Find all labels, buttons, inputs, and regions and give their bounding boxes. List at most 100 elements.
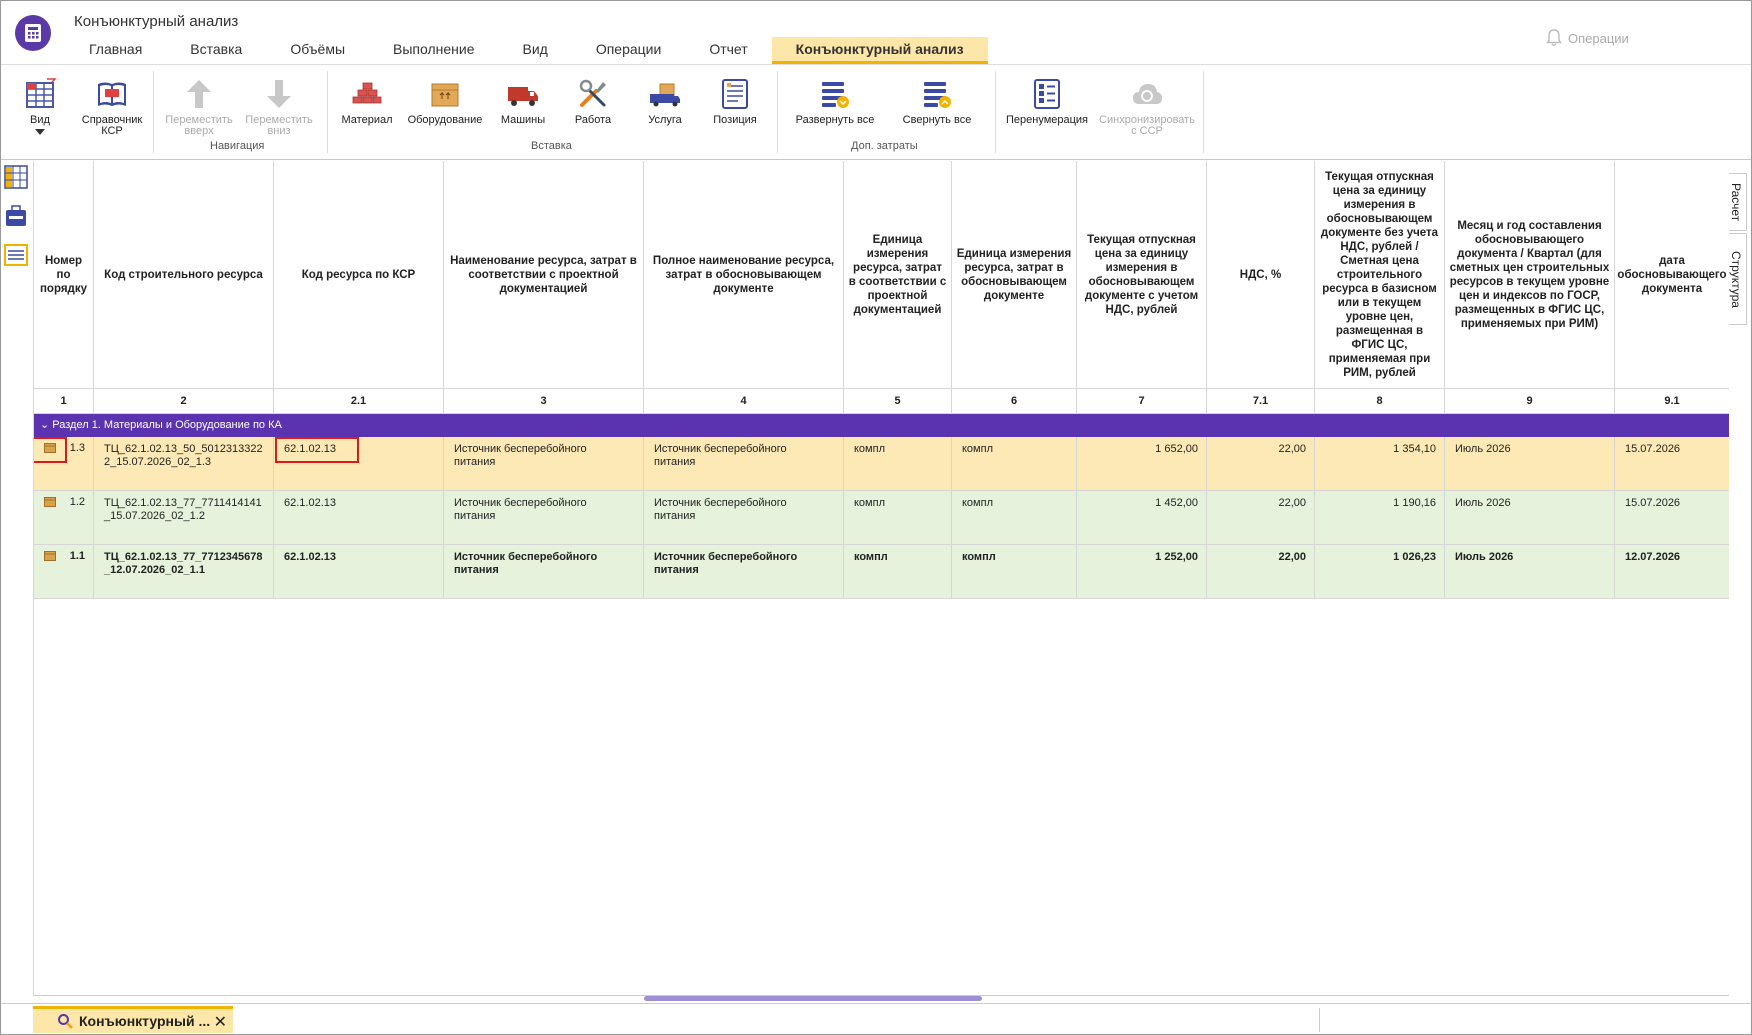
insert-service-button[interactable]: Услуга xyxy=(635,77,695,126)
ksr-code-cell[interactable]: 62.1.02.13 xyxy=(274,491,444,545)
row-number-cell[interactable]: 1.1 xyxy=(34,545,94,599)
operations-label: Операции xyxy=(1568,30,1629,46)
tab-home[interactable]: Главная xyxy=(65,37,166,64)
collapse-all-button[interactable]: Свернуть все xyxy=(889,77,985,126)
vat-cell[interactable]: 22,00 xyxy=(1207,545,1315,599)
col-num: 8 xyxy=(1315,389,1445,414)
unit-project-cell[interactable]: компл xyxy=(844,437,952,491)
col-num: 5 xyxy=(844,389,952,414)
sheet-view-icon[interactable] xyxy=(4,242,28,268)
service-label: Услуга xyxy=(648,114,682,126)
col-header-full-name[interactable]: Полное наименование ресурса, затрат в об… xyxy=(644,161,844,389)
month-cell[interactable]: Июль 2026 xyxy=(1445,437,1615,491)
table-header: Номер по порядку Код строительного ресур… xyxy=(34,161,1729,389)
table-row[interactable]: 1.1 ТЦ_62.1.02.13_77_7712345678 _12.07.2… xyxy=(34,545,1729,599)
sync-ssr-button[interactable]: Синхронизировать с ССР xyxy=(1097,77,1197,137)
col-header-price-vat[interactable]: Текущая отпускная цена за единицу измере… xyxy=(1077,161,1207,389)
insert-material-button[interactable]: Материал xyxy=(337,77,397,126)
move-down-button[interactable]: Переместить вниз xyxy=(241,77,317,137)
renumber-button[interactable]: Перенумерация xyxy=(1001,77,1093,126)
collapse-all-icon xyxy=(924,82,951,108)
tab-volumes[interactable]: Объёмы xyxy=(266,37,369,64)
unit-doc-cell[interactable]: компл xyxy=(952,437,1077,491)
price-vat-cell[interactable]: 1 252,00 xyxy=(1077,545,1207,599)
tab-execution[interactable]: Выполнение xyxy=(369,37,498,64)
tab-market-analysis[interactable]: Конъюнктурный анализ xyxy=(771,37,988,64)
price-vat-cell[interactable]: 1 652,00 xyxy=(1077,437,1207,491)
name-cell[interactable]: Источник бесперебойного питания xyxy=(444,491,644,545)
price-cell[interactable]: 1 354,10 xyxy=(1315,437,1445,491)
horizontal-scroll-thumb[interactable] xyxy=(644,996,982,1001)
analysis-table: Номер по порядку Код строительного ресур… xyxy=(33,161,1729,996)
date-cell[interactable]: 15.07.2026 xyxy=(1615,491,1729,545)
expand-all-button[interactable]: Развернуть все xyxy=(785,77,885,126)
price-cell[interactable]: 1 026,23 xyxy=(1315,545,1445,599)
ksr-code-cell[interactable]: 62.1.02.13 xyxy=(274,545,444,599)
resource-box-icon[interactable] xyxy=(44,496,56,507)
chevron-down-icon[interactable]: ⌄ xyxy=(40,419,49,431)
unit-project-cell[interactable]: компл xyxy=(844,545,952,599)
insert-position-button[interactable]: Позиция xyxy=(705,77,765,126)
col-header-ksr-code[interactable]: Код ресурса по КСР xyxy=(274,161,444,389)
unit-doc-cell[interactable]: компл xyxy=(952,491,1077,545)
unit-doc-cell[interactable]: компл xyxy=(952,545,1077,599)
col-header-number[interactable]: Номер по порядку xyxy=(34,161,94,389)
date-cell[interactable]: 15.07.2026 xyxy=(1615,437,1729,491)
col-header-resource-code[interactable]: Код строительного ресурса xyxy=(94,161,274,389)
tab-view[interactable]: Вид xyxy=(499,37,572,64)
col-header-unit-doc[interactable]: Единица измерения ресурса, затрат в обос… xyxy=(952,161,1077,389)
insert-machines-button[interactable]: Машины xyxy=(493,77,553,126)
ksr-reference-button[interactable]: Справочник КСР xyxy=(77,77,147,137)
toolbox-icon[interactable] xyxy=(4,203,28,229)
document-list-icon xyxy=(722,79,748,109)
name-cell[interactable]: Источник бесперебойного питания xyxy=(444,437,644,491)
month-cell[interactable]: Июль 2026 xyxy=(1445,545,1615,599)
move-up-button[interactable]: Переместить вверх xyxy=(161,77,237,137)
close-icon[interactable]: ✕ xyxy=(214,1012,227,1032)
full-name-cell[interactable]: Источник бесперебойного питания xyxy=(644,491,844,545)
col-header-price[interactable]: Текущая отпускная цена за единицу измере… xyxy=(1315,161,1445,389)
month-cell[interactable]: Июль 2026 xyxy=(1445,491,1615,545)
equipment-label: Оборудование xyxy=(407,114,483,126)
col-header-date[interactable]: дата обосновывающего документа xyxy=(1615,161,1729,389)
vat-cell[interactable]: 22,00 xyxy=(1207,437,1315,491)
resource-code-cell[interactable]: ТЦ_62.1.02.13_50_5012313322 2_15.07.2026… xyxy=(94,437,274,491)
date-cell[interactable]: 12.07.2026 xyxy=(1615,545,1729,599)
numbered-list-icon xyxy=(1034,79,1060,109)
insert-equipment-button[interactable]: Оборудование xyxy=(405,77,485,126)
view-dropdown-button[interactable]: Вид xyxy=(19,77,61,135)
columns-view-icon[interactable] xyxy=(4,164,28,190)
app-menu-icon[interactable] xyxy=(15,15,51,51)
arrow-down-icon xyxy=(267,80,291,108)
price-cell[interactable]: 1 190,16 xyxy=(1315,491,1445,545)
col-header-month[interactable]: Месяц и год составления обосновывающего … xyxy=(1445,161,1615,389)
vat-cell[interactable]: 22,00 xyxy=(1207,491,1315,545)
operations-indicator[interactable]: Операции xyxy=(1546,29,1629,47)
move-down-label-2: вниз xyxy=(267,125,291,137)
full-name-cell[interactable]: Источник бесперебойного питания xyxy=(644,437,844,491)
tab-report[interactable]: Отчет xyxy=(685,37,771,64)
full-name-cell[interactable]: Источник бесперебойного питания xyxy=(644,545,844,599)
delivery-icon xyxy=(650,83,680,107)
row-number-cell[interactable]: 1.2 xyxy=(34,491,94,545)
col-header-vat[interactable]: НДС, % xyxy=(1207,161,1315,389)
tab-insert[interactable]: Вставка xyxy=(166,37,266,64)
ribbon: Вид Справочник КСР Переместить вверх Пер… xyxy=(1,65,1752,157)
unit-project-cell[interactable]: компл xyxy=(844,491,952,545)
tools-icon xyxy=(579,79,606,107)
resource-box-icon[interactable] xyxy=(44,550,56,561)
view-label: Вид xyxy=(30,114,50,126)
doc-tab-market-analysis[interactable]: Конъюнктурный ... ✕ xyxy=(33,1006,233,1033)
tab-operations[interactable]: Операции xyxy=(572,37,686,64)
resource-code-cell[interactable]: ТЦ_62.1.02.13_77_7711414141 _15.07.2026_… xyxy=(94,491,274,545)
resource-code-cell[interactable]: ТЦ_62.1.02.13_77_7712345678 _12.07.2026_… xyxy=(94,545,274,599)
price-vat-cell[interactable]: 1 452,00 xyxy=(1077,491,1207,545)
column-numbers-row: 1 2 2.1 3 4 5 6 7 7.1 8 9 9.1 xyxy=(34,389,1729,414)
col-header-unit-project[interactable]: Единица измерения ресурса, затрат в соот… xyxy=(844,161,952,389)
table-row[interactable]: 1.2 ТЦ_62.1.02.13_77_7711414141 _15.07.2… xyxy=(34,491,1729,545)
name-cell[interactable]: Источник бесперебойного питания xyxy=(444,545,644,599)
section-row[interactable]: ⌄ Раздел 1. Материалы и Оборудование по … xyxy=(34,414,1729,437)
col-header-name-project[interactable]: Наименование ресурса, затрат в соответст… xyxy=(444,161,644,389)
section-title: Раздел 1. Материалы и Оборудование по КА xyxy=(52,419,282,431)
insert-work-button[interactable]: Работа xyxy=(563,77,623,126)
